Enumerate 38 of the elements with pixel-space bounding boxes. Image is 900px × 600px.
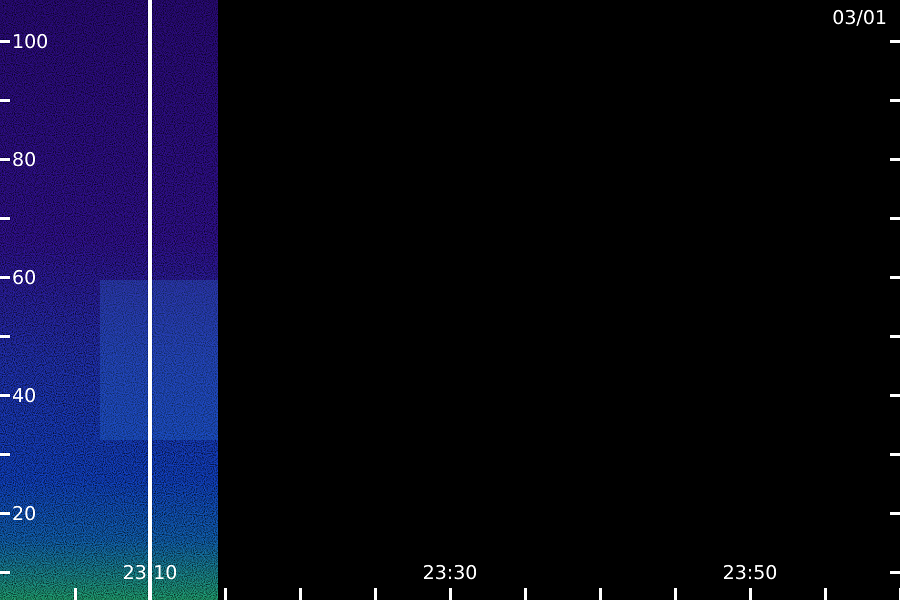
axis-tick <box>599 588 602 600</box>
axis-tick <box>0 453 10 456</box>
axis-tick <box>0 335 10 338</box>
axis-tick <box>0 158 10 161</box>
axis-tick <box>449 588 452 600</box>
axis-tick <box>890 453 900 456</box>
axis-label: 20 <box>12 503 36 525</box>
axis-tick <box>524 588 527 600</box>
axis-label: 60 <box>12 267 36 289</box>
axis-tick <box>890 158 900 161</box>
axis-tick <box>374 588 377 600</box>
axis-label: 40 <box>12 385 36 407</box>
time-label: 23:50 <box>722 562 778 584</box>
axis-tick <box>0 394 10 397</box>
axis-tick <box>0 276 10 279</box>
time-label: 23:30 <box>422 562 478 584</box>
axis-tick <box>0 40 10 43</box>
axis-tick <box>890 394 900 397</box>
date-label: 03/01 <box>832 7 887 29</box>
axis-tick <box>890 571 900 574</box>
axis-tick <box>890 217 900 220</box>
axis-tick <box>0 217 10 220</box>
axis-label: 100 <box>12 31 48 53</box>
axis-tick <box>890 335 900 338</box>
axis-tick <box>674 588 677 600</box>
axis-tick <box>890 40 900 43</box>
axis-tick <box>890 276 900 279</box>
axis-label: 80 <box>12 149 36 171</box>
axis-tick <box>0 571 10 574</box>
axis-tick <box>0 99 10 102</box>
axis-tick <box>890 99 900 102</box>
axis-tick <box>74 588 77 600</box>
axis-tick <box>0 512 10 515</box>
axis-tick <box>749 588 752 600</box>
axis-tick <box>224 588 227 600</box>
axis-tick <box>824 588 827 600</box>
axis-tick <box>890 512 900 515</box>
axis-tick <box>299 588 302 600</box>
